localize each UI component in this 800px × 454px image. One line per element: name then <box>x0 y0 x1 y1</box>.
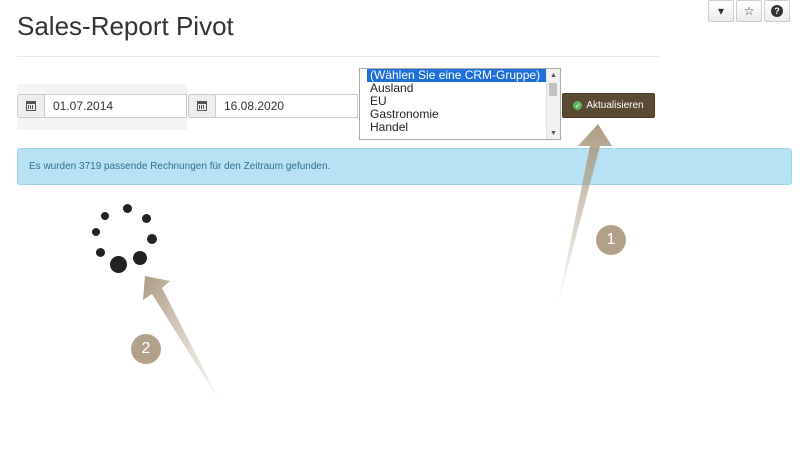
annotation-arrows <box>143 124 612 405</box>
arrow-1 <box>556 124 612 312</box>
annotation-badge-2: 2 <box>131 334 161 364</box>
annotation-badge-1: 1 <box>596 225 626 255</box>
